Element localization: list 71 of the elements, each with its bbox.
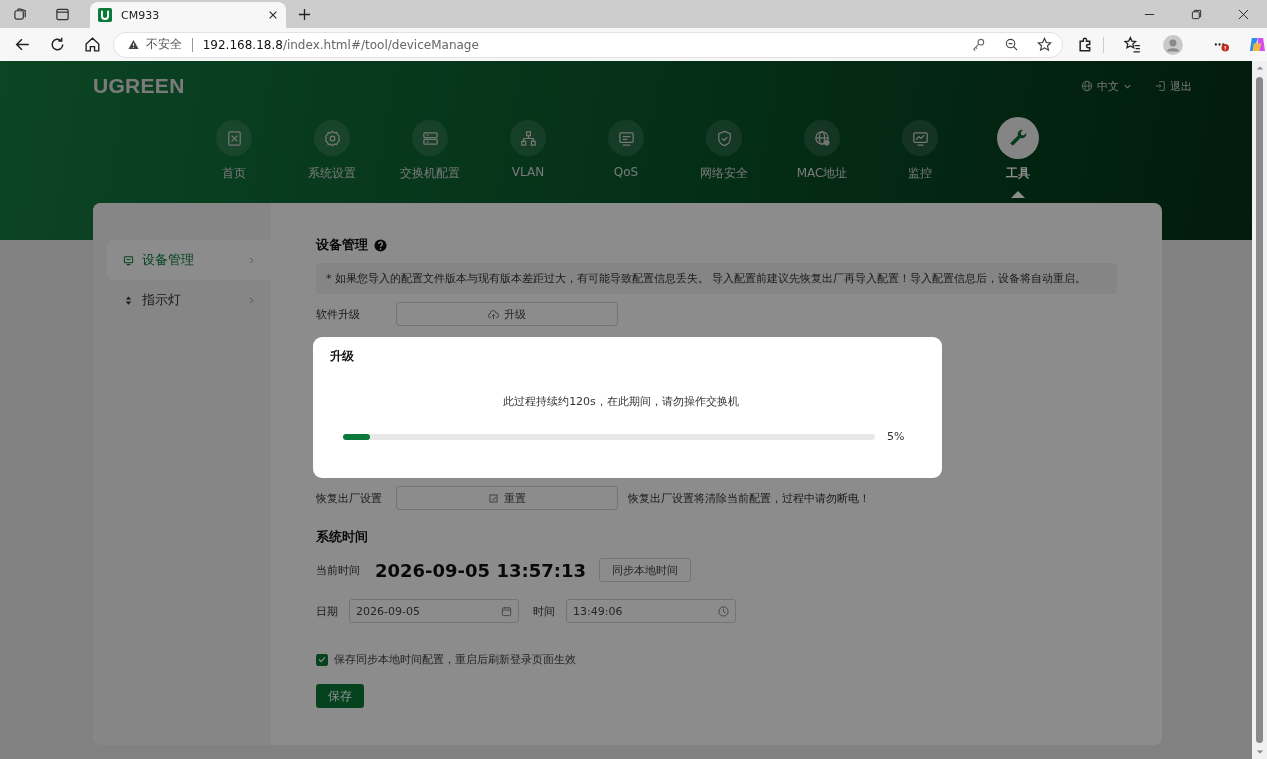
nav-tab[interactable]: QoS	[577, 117, 675, 197]
favicon-icon	[98, 8, 112, 22]
section-title: 设备管理	[316, 236, 368, 254]
copilot-icon[interactable]	[1248, 35, 1267, 54]
scrollbar[interactable]	[1252, 61, 1267, 759]
globe-icon	[1081, 80, 1093, 92]
zoom-out-icon[interactable]	[1003, 37, 1019, 52]
logout-link[interactable]: 退出	[1154, 78, 1192, 94]
logout-icon	[1154, 80, 1166, 92]
clock-icon	[718, 605, 729, 617]
upload-icon	[488, 308, 499, 320]
action-button[interactable]: 重置	[396, 486, 618, 510]
field-label: 日期	[316, 603, 339, 619]
nav-tab[interactable]: 监控	[871, 117, 969, 197]
action-button[interactable]: 升级	[396, 302, 618, 326]
close-icon[interactable]	[268, 10, 278, 20]
time-field[interactable]: 13:49:06	[566, 599, 736, 623]
sidebar-item[interactable]: 指示灯	[107, 280, 271, 320]
scroll-up-icon[interactable]	[1255, 65, 1264, 71]
key-icon[interactable]	[970, 37, 986, 52]
field-label: 软件升级	[316, 306, 361, 322]
save-button[interactable]: 保存	[316, 684, 364, 708]
restore-icon[interactable]	[1191, 8, 1202, 20]
monitor-icon	[123, 254, 134, 266]
address-field[interactable]: 不安全 192.168.18.8/index.html#/tool/deviceManage	[112, 31, 1063, 58]
up-down-icon	[123, 294, 134, 306]
scroll-down-icon[interactable]	[1255, 749, 1264, 755]
dialog-title: 升级	[330, 348, 355, 365]
new-tab-icon[interactable]	[298, 7, 311, 21]
warning-icon	[127, 39, 139, 50]
checkbox-label: 保存同步本地时间配置，重启后刷新登录页面生效	[334, 652, 576, 667]
checkbox[interactable]	[316, 653, 328, 666]
favorites-icon[interactable]	[1124, 36, 1142, 53]
close-icon[interactable]	[1238, 8, 1249, 20]
field-label: 时间	[533, 603, 556, 619]
gear-icon	[322, 128, 342, 148]
nav-tab[interactable]: 网络安全	[675, 117, 773, 197]
back-icon[interactable]	[14, 36, 31, 53]
nav-tab[interactable]: 系统设置	[283, 117, 381, 197]
security-label: 不安全	[145, 36, 182, 53]
field-label: 当前时间	[316, 562, 361, 578]
dialog-message: 此过程持续约120s，在此期间，请勿操作交换机	[502, 394, 740, 409]
url-text: 192.168.18.8/index.html#/tool/deviceManage	[202, 37, 479, 52]
progress-percent: 5%	[887, 430, 905, 443]
nav-tab[interactable]: MAC地址	[773, 117, 871, 197]
nav-tab[interactable]: 交换机配置	[381, 117, 479, 197]
browser-tab[interactable]: CM933	[90, 2, 286, 28]
hint-text: 恢复出厂设置将清除当前配置，过程中请勿断电！	[628, 490, 870, 506]
nav-tab[interactable]: 首页	[185, 117, 283, 197]
logo: UGREEN	[93, 74, 185, 98]
star-icon[interactable]	[1036, 37, 1052, 52]
workspaces-icon[interactable]	[13, 6, 28, 22]
refresh-icon[interactable]	[48, 36, 66, 53]
notice-text: * 如果您导入的配置文件版本与现有版本差距过大，有可能导致配置信息丢失。 导入配置前建议先恢复出厂再导入配置！导入配置信息后，设备将自动重启。	[326, 272, 1087, 285]
language-select[interactable]: 中文	[1081, 78, 1132, 94]
tab-actions-icon[interactable]	[55, 6, 70, 22]
sidebar-item[interactable]: 设备管理	[107, 240, 271, 280]
chevron-icon	[248, 295, 255, 305]
globe-icon	[812, 128, 832, 148]
avatar-icon[interactable]	[1163, 34, 1184, 55]
help-icon[interactable]	[374, 238, 387, 252]
date-field[interactable]: 2026-09-05	[349, 599, 519, 623]
calendar-icon	[501, 605, 512, 617]
chevron-icon	[248, 255, 255, 265]
network-icon	[518, 128, 538, 148]
current-time: 2026-09-05 13:57:13	[375, 559, 586, 581]
field-label: 恢复出厂设置	[316, 490, 383, 506]
sync-button[interactable]: 同步本地时间	[598, 558, 691, 582]
section-title: 系统时间	[316, 528, 369, 546]
nav-tab[interactable]: VLAN	[479, 117, 577, 197]
tab-title: CM933	[121, 8, 161, 22]
